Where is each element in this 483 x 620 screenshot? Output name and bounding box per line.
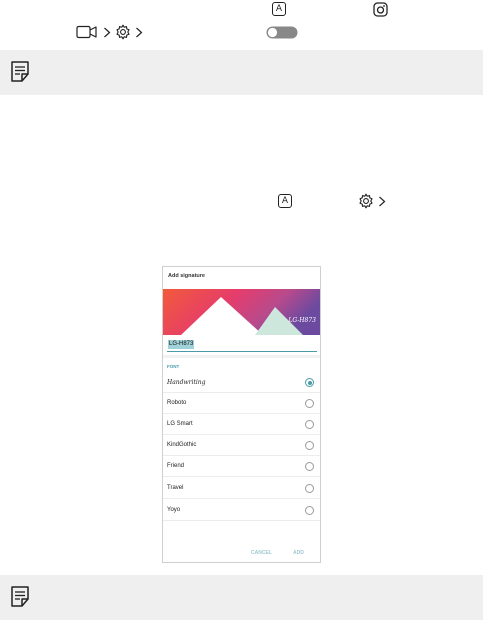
font-option-label: LG Smart: [167, 421, 193, 427]
font-option[interactable]: Travel: [163, 478, 320, 499]
radio-button[interactable]: [305, 441, 314, 450]
font-option[interactable]: LG Smart: [163, 414, 320, 435]
video-camera-icon: [76, 25, 97, 39]
camera-lens-icon: [373, 2, 388, 17]
add-button[interactable]: ADD: [293, 550, 304, 556]
font-option[interactable]: Roboto: [163, 393, 320, 414]
dialog-title: Add signature: [168, 273, 205, 279]
radio-button[interactable]: [305, 420, 314, 429]
font-option[interactable]: KindGothic: [163, 435, 320, 456]
cancel-button[interactable]: CANCEL: [251, 550, 272, 556]
chevron-right-icon: [379, 196, 386, 207]
font-option[interactable]: Friend: [163, 456, 320, 477]
banner-signature: LG-H873: [288, 317, 316, 324]
signature-name-input[interactable]: LG-H873: [167, 340, 317, 352]
font-option[interactable]: Handwriting: [163, 372, 320, 393]
radio-button[interactable]: [305, 399, 314, 408]
keycap-a-icon: A: [272, 2, 286, 16]
note-icon: [11, 586, 29, 607]
signature-name-value: LG-H873: [168, 340, 195, 349]
font-option-label: Handwriting: [167, 379, 206, 386]
section-divider: [163, 355, 320, 358]
font-option-label: Friend: [167, 463, 185, 469]
gear-icon: [116, 24, 130, 40]
font-option-label: Yoyo: [167, 507, 181, 513]
font-option[interactable]: Yoyo: [163, 500, 320, 521]
font-option-label: Travel: [167, 485, 184, 491]
font-option-label: Roboto: [167, 400, 187, 406]
radio-button[interactable]: [305, 484, 314, 493]
note-bar: [0, 575, 483, 620]
radio-button[interactable]: [305, 506, 314, 515]
keycap-a-icon: A: [278, 194, 292, 208]
signature-preview-banner: LG-H873: [163, 289, 320, 335]
gear-icon: [359, 193, 373, 209]
radio-button[interactable]: [305, 462, 314, 471]
banner-artwork: [163, 289, 320, 335]
toggle-switch-icon: [266, 26, 298, 39]
radio-button-selected[interactable]: [305, 378, 314, 387]
chevron-right-icon: [136, 27, 143, 38]
chevron-right-icon: [104, 27, 111, 38]
phone-screenshot: Add signature LG-H873 LG-H873 FONT Handw…: [162, 266, 321, 563]
note-icon: [11, 61, 29, 82]
note-bar: [0, 50, 483, 95]
font-section-label: FONT: [167, 364, 180, 369]
font-option-label: KindGothic: [167, 442, 197, 448]
